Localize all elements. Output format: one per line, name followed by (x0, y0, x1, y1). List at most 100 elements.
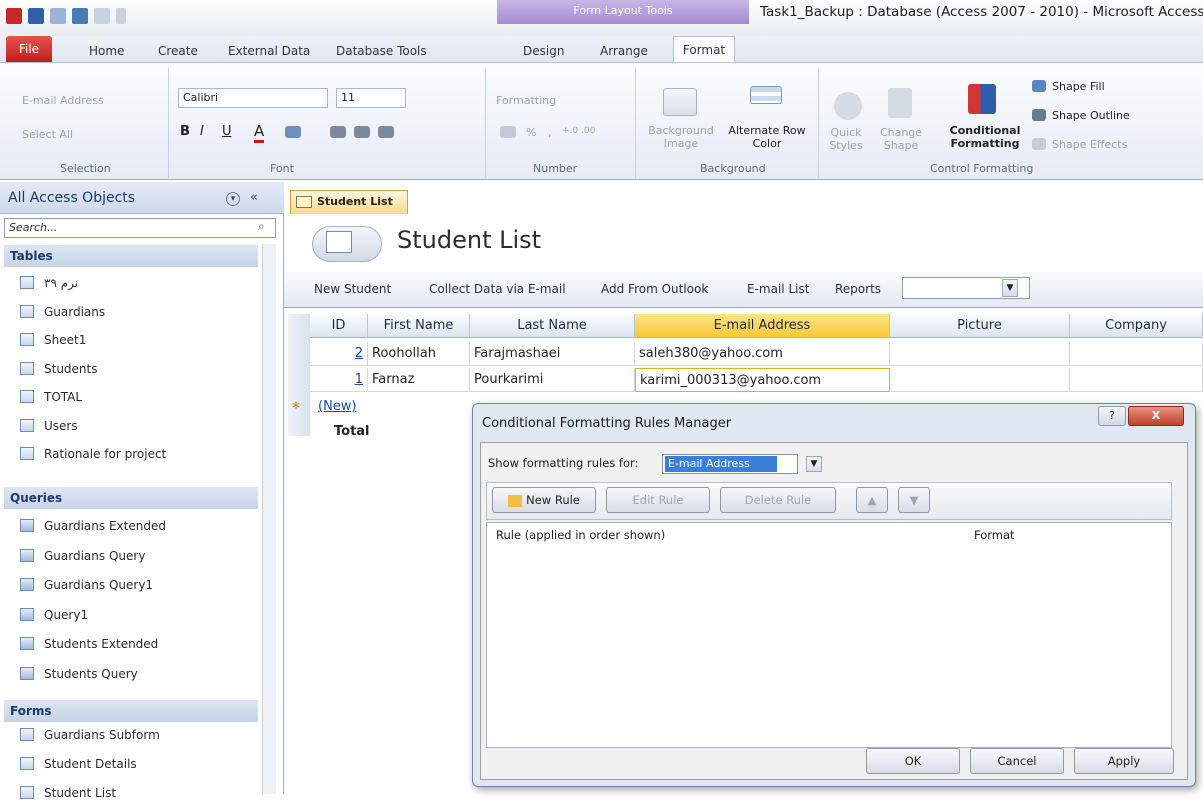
comma-button[interactable]: , (548, 126, 552, 139)
fill-color-icon[interactable] (285, 126, 301, 138)
background-image-button[interactable]: Background Image (648, 124, 714, 150)
close-button[interactable]: X (1128, 406, 1184, 426)
object-selector[interactable]: E-mail Address (22, 94, 104, 107)
align-center-icon[interactable] (354, 126, 370, 138)
table-cell[interactable]: Pourkarimi (470, 368, 635, 392)
italic-button[interactable]: I (200, 124, 204, 139)
show-rules-value[interactable]: E-mail Address (665, 456, 777, 472)
alternate-row-color-button[interactable]: Alternate Row Color (726, 124, 808, 150)
conditional-formatting-icon[interactable] (968, 84, 996, 114)
view-icon[interactable] (50, 8, 66, 24)
move-down-button[interactable]: ▼ (898, 487, 930, 513)
font-color-button[interactable]: A (254, 122, 265, 143)
column-header[interactable]: Company (1070, 314, 1203, 338)
percent-button[interactable]: % (526, 126, 536, 139)
nav-item[interactable]: TOTAL (20, 384, 260, 410)
column-header[interactable]: Picture (890, 314, 1070, 338)
column-header[interactable]: Last Name (470, 314, 635, 338)
nav-scrollbar[interactable] (262, 244, 276, 794)
tab-external-data[interactable]: External Data (228, 40, 310, 62)
cancel-button[interactable]: Cancel (970, 748, 1064, 774)
apply-button[interactable]: Apply (1074, 748, 1174, 774)
shape-fill-button[interactable]: Shape Fill (1052, 80, 1105, 93)
nav-item[interactable]: نرم ۳۹ (20, 270, 260, 296)
nav-search-input[interactable]: Search... (4, 218, 276, 238)
email-list-link[interactable]: E-mail List (747, 282, 809, 296)
bold-button[interactable]: B (180, 124, 190, 139)
tab-create[interactable]: Create (158, 40, 198, 62)
alternate-row-icon[interactable] (750, 86, 782, 104)
font-size-select[interactable]: 11 (336, 88, 406, 108)
table-cell[interactable]: Farnaz (368, 368, 470, 392)
new-student-link[interactable]: New Student (314, 282, 391, 296)
column-header[interactable]: First Name (368, 314, 470, 338)
new-record-cell[interactable]: (New) (318, 399, 357, 419)
nav-item[interactable]: Guardians Subform (20, 722, 260, 748)
background-image-icon[interactable] (663, 88, 697, 116)
nav-item[interactable]: Students (20, 356, 260, 382)
nav-item[interactable]: Guardians Query1 (20, 572, 260, 598)
tab-home[interactable]: Home (89, 40, 124, 62)
nav-item[interactable]: Student List (20, 780, 260, 806)
quick-styles-button[interactable]: Quick Styles (826, 126, 866, 152)
tab-database-tools[interactable]: Database Tools (336, 40, 427, 62)
undo-icon[interactable] (72, 8, 88, 24)
table-cell[interactable] (1070, 368, 1203, 392)
table-cell[interactable]: 1 (310, 368, 368, 392)
add-from-outlook-link[interactable]: Add From Outlook (601, 282, 708, 296)
tab-design[interactable]: Design (523, 40, 564, 62)
change-shape-button[interactable]: Change Shape (876, 126, 926, 152)
ok-button[interactable]: OK (866, 748, 960, 774)
table-cell[interactable]: Farajmashaei (470, 342, 635, 366)
redo-icon[interactable] (94, 8, 110, 24)
new-rule-button[interactable]: New Rule (492, 487, 596, 513)
move-up-button[interactable]: ▲ (856, 487, 888, 513)
chevron-down-icon[interactable]: ▼ (1002, 279, 1018, 297)
nav-item[interactable]: Guardians (20, 299, 260, 325)
nav-section-queries[interactable]: Queries (4, 487, 258, 509)
shape-effects-button[interactable]: Shape Effects (1052, 138, 1127, 151)
column-header[interactable]: E-mail Address (635, 314, 890, 338)
help-button[interactable]: ? (1098, 406, 1126, 426)
table-cell[interactable]: Roohollah (368, 342, 470, 366)
table-cell[interactable]: 2 (310, 342, 368, 366)
nav-menu-icon[interactable]: ▾ (226, 192, 240, 206)
underline-button[interactable]: U (222, 124, 232, 139)
change-shape-icon[interactable] (888, 88, 912, 118)
quick-styles-icon[interactable] (834, 92, 862, 120)
nav-item[interactable]: Guardians Extended (20, 513, 260, 539)
nav-item[interactable]: Students Query (20, 661, 260, 687)
tab-format[interactable]: Format (673, 36, 735, 63)
nav-collapse-icon[interactable]: « (250, 190, 258, 205)
nav-title[interactable]: All Access Objects (8, 190, 135, 206)
nav-section-forms[interactable]: Forms (4, 700, 258, 722)
font-family-select[interactable]: Calibri (178, 88, 328, 108)
formatting-select[interactable]: Formatting (496, 94, 556, 107)
tab-arrange[interactable]: Arrange (600, 40, 648, 62)
currency-icon[interactable] (500, 126, 516, 138)
table-cell[interactable] (890, 342, 1070, 366)
record-selector-column[interactable] (288, 314, 310, 436)
nav-section-tables[interactable]: Tables (4, 245, 258, 267)
qat-customize-icon[interactable] (116, 8, 126, 24)
nav-item[interactable]: Query1 (20, 602, 260, 628)
nav-item[interactable]: Student Details (20, 751, 260, 777)
edit-rule-button[interactable]: Edit Rule (606, 487, 710, 513)
nav-item[interactable]: Students Extended (20, 631, 260, 657)
nav-item[interactable]: Sheet1 (20, 327, 260, 353)
table-cell[interactable] (890, 368, 1070, 392)
tab-file[interactable]: File (6, 36, 52, 62)
align-left-icon[interactable] (330, 126, 346, 138)
table-cell[interactable]: karimi_000313@yahoo.com (635, 368, 890, 392)
rules-list[interactable] (486, 522, 1172, 748)
shape-outline-button[interactable]: Shape Outline (1052, 109, 1130, 122)
select-all-button[interactable]: Select All (22, 128, 73, 141)
chevron-down-icon[interactable]: ▼ (806, 456, 822, 472)
nav-item[interactable]: Users (20, 413, 260, 439)
table-cell[interactable]: saleh380@yahoo.com (635, 342, 890, 366)
reports-link[interactable]: Reports (835, 282, 881, 296)
save-icon[interactable] (28, 8, 44, 24)
conditional-formatting-button[interactable]: Conditional Formatting (944, 124, 1026, 150)
increase-decimals-button[interactable]: +.0 .00 (562, 126, 595, 136)
delete-rule-button[interactable]: Delete Rule (720, 487, 836, 513)
